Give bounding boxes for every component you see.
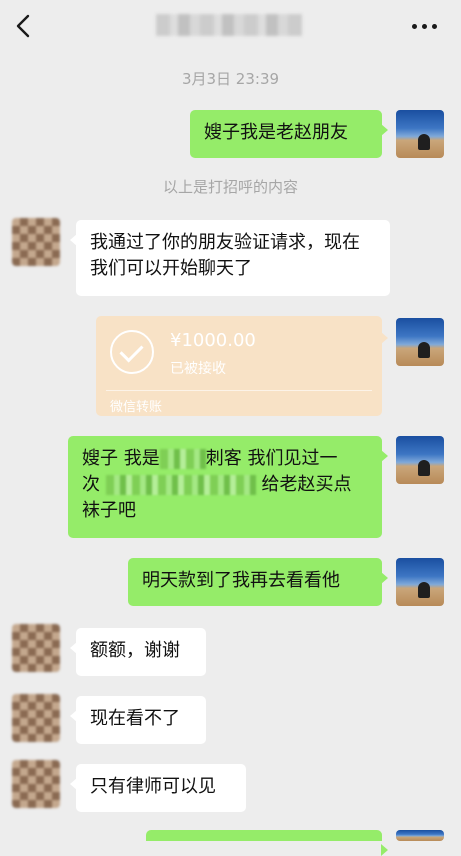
message-line: 次 给老赵买点 (82, 472, 368, 498)
chat-header (0, 0, 461, 52)
contact-avatar[interactable] (12, 760, 60, 808)
message-line: 袜子吧 (82, 500, 136, 521)
message-bubble-other[interactable]: 额额，谢谢 (70, 628, 206, 676)
transfer-divider (106, 390, 372, 391)
message-bubble-other[interactable]: 只有律师可以见 (70, 764, 246, 812)
my-avatar[interactable] (396, 558, 444, 606)
message-bubble-me[interactable]: 嫂子我是老赵朋友 (190, 110, 388, 158)
message-bubble-me-partial[interactable] (146, 830, 388, 856)
my-avatar[interactable] (396, 436, 444, 484)
my-avatar[interactable] (396, 110, 444, 158)
message-bubble-other[interactable]: 我通过了你的朋友验证请求，现在我们可以开始聊天了 (70, 220, 390, 296)
chat-title-obscured (156, 14, 302, 36)
message-bubble-me[interactable]: 嫂子 我是 刺客 我们见过一 次 给老赵买点 袜子吧 (68, 436, 388, 538)
more-dots-icon[interactable] (410, 16, 440, 36)
transfer-amount: ¥1000.00 (170, 330, 256, 351)
timestamp: 3月3日 23:39 (181, 70, 280, 88)
my-avatar[interactable] (396, 318, 444, 366)
message-line: 嫂子 我是 刺客 我们见过一 (82, 446, 368, 472)
transfer-label: 微信转账 (110, 400, 163, 415)
message-text: 次 (82, 474, 100, 495)
message-bubble-other[interactable]: 现在看不了 (70, 696, 206, 744)
chevron-left-icon[interactable] (14, 13, 34, 39)
message-text: 刺客 我们见过一 (205, 448, 338, 469)
message-text: 给老赵买点 (261, 474, 352, 495)
transfer-card[interactable]: ¥1000.00 已被接收 微信转账 (96, 316, 388, 416)
obscured-name (159, 449, 206, 469)
contact-avatar[interactable] (12, 694, 60, 742)
contact-avatar[interactable] (12, 624, 60, 672)
message-bubble-me[interactable]: 明天款到了我再去看看他 (128, 558, 388, 606)
transfer-status: 已被接收 (170, 361, 226, 377)
greeting-note: 以上是打招呼的内容 (162, 178, 298, 196)
my-avatar[interactable] (396, 830, 444, 841)
message-text: 嫂子 我是 (82, 448, 160, 469)
check-circle-icon (110, 330, 154, 374)
obscured-text (105, 475, 256, 495)
contact-avatar[interactable] (12, 218, 60, 266)
